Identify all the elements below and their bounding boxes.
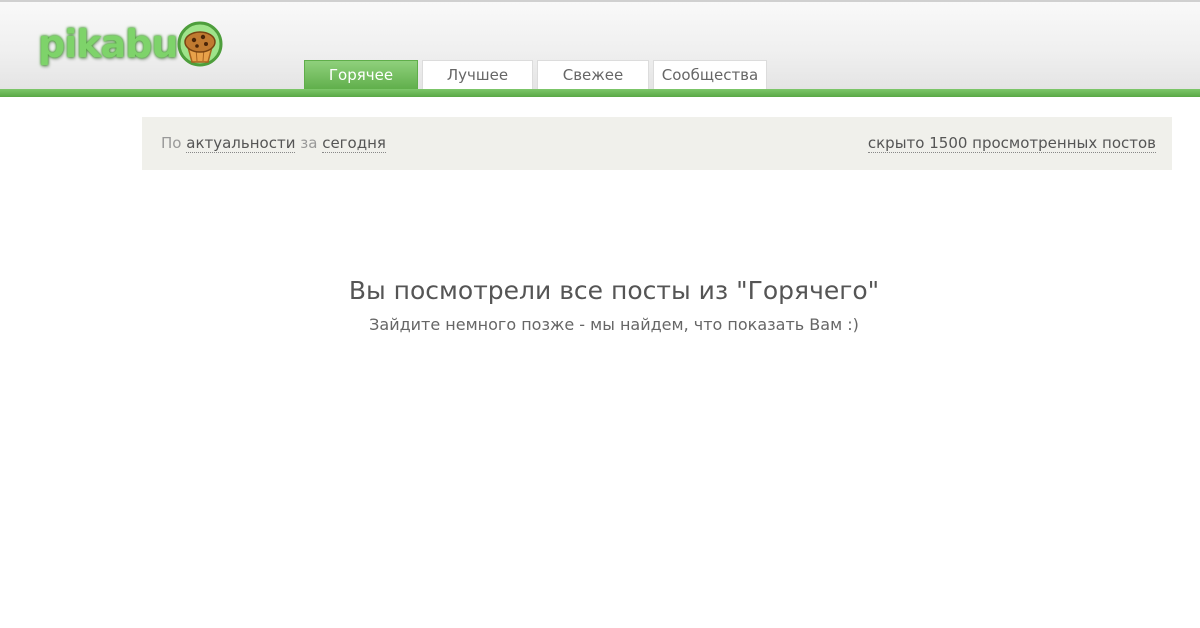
sort-filter: По актуальности за сегодня [161, 134, 386, 153]
sort-prefix: По [161, 134, 182, 152]
message-subtitle: Зайдите немного позже - мы найдем, что п… [369, 315, 859, 334]
site-header: pikabu Горячее Лучшее Свежее Сообщества [0, 0, 1200, 97]
tab-best[interactable]: Лучшее [422, 60, 533, 90]
empty-feed-message: Вы посмотрели все посты из "Горячего" За… [0, 276, 1200, 334]
tab-fresh[interactable]: Свежее [537, 60, 649, 90]
filter-bar: По актуальности за сегодня скрыто 1500 п… [142, 117, 1172, 170]
muffin-icon [177, 21, 223, 67]
main-tabs: Горячее Лучшее Свежее Сообщества [304, 60, 771, 90]
logo-text: pikabu [38, 22, 178, 66]
header-green-bar [0, 89, 1200, 97]
tab-communities[interactable]: Сообщества [653, 60, 767, 90]
tab-hot[interactable]: Горячее [304, 60, 418, 90]
logo[interactable]: pikabu [34, 16, 234, 78]
hidden-posts-link[interactable]: скрыто 1500 просмотренных постов [867, 134, 1156, 153]
sort-link[interactable]: актуальности [186, 134, 296, 153]
period-link[interactable]: сегодня [322, 134, 386, 153]
message-title: Вы посмотрели все посты из "Горячего" [348, 276, 880, 305]
sort-middle: за [300, 134, 318, 152]
